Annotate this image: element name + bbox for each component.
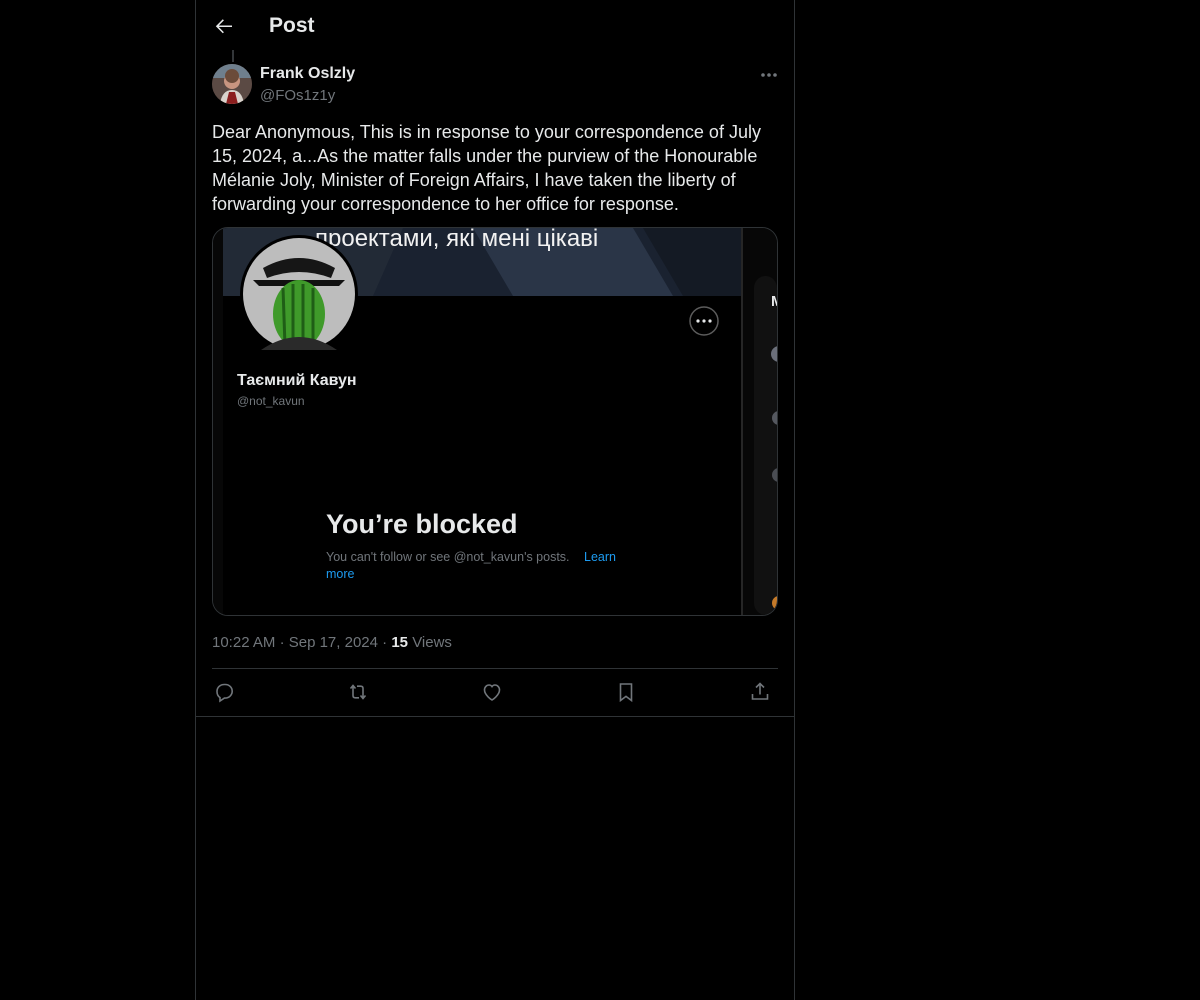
- post-text-line: Mélanie Joly, Minister of Foreign Affair…: [212, 170, 736, 190]
- post-text-line: Dear Anonymous, This is in response to y…: [212, 122, 761, 142]
- post-column: Post Frank Oslzly @FOs1z1y Dear Anonymou…: [195, 0, 795, 1000]
- reply-icon: [216, 683, 234, 703]
- post-text: Dear Anonymous, This is in response to y…: [212, 120, 772, 216]
- back-button[interactable]: [212, 14, 236, 38]
- post-media-image[interactable]: проектами, які мені цікаві M Таємн: [212, 227, 778, 616]
- post-time[interactable]: 10:22 AM: [212, 634, 275, 651]
- repost-button[interactable]: [346, 680, 370, 704]
- learn-more-link: Learn: [584, 550, 616, 564]
- learn-more-link-2: more: [326, 567, 355, 581]
- banner-text: проектами, які мені цікаві: [315, 228, 598, 252]
- top-bar: Post: [196, 0, 794, 53]
- more-options-button[interactable]: [758, 66, 780, 84]
- meta-separator: ·: [279, 634, 285, 651]
- more-dots-icon: [761, 73, 777, 77]
- post-date[interactable]: Sep 17, 2024: [289, 634, 378, 651]
- profile-name: Таємний Кавун: [237, 372, 357, 389]
- post-metadata: 10:22 AM · Sep 17, 2024 · 15 Views: [212, 634, 452, 651]
- views-count: 15: [391, 634, 409, 651]
- author-handle[interactable]: @FOs1z1y: [260, 87, 335, 104]
- arrow-left-icon: [215, 19, 232, 34]
- page-title: Post: [269, 14, 315, 37]
- like-button[interactable]: [480, 680, 504, 704]
- share-icon: [751, 682, 769, 700]
- divider: [212, 668, 778, 669]
- bookmark-button[interactable]: [614, 680, 638, 704]
- side-panel-letter: M: [771, 293, 777, 310]
- profile-handle: @not_kavun: [237, 394, 305, 408]
- repost-icon: [349, 684, 367, 700]
- avatar-image: [212, 64, 252, 104]
- blocked-message: You can't follow or see @not_kavun's pos…: [326, 550, 570, 564]
- author-avatar[interactable]: [212, 64, 252, 104]
- views-label: Views: [412, 634, 452, 651]
- reply-button[interactable]: [212, 680, 236, 704]
- bottom-divider: [196, 716, 794, 717]
- post-text-line: 15, 2024, a...As the matter falls under …: [212, 146, 758, 166]
- blocked-profile-screenshot: проектами, які мені цікаві M Таємн: [213, 228, 777, 615]
- blocked-title: You’re blocked: [326, 509, 518, 539]
- thread-line: [232, 50, 234, 62]
- action-bar: [212, 680, 778, 708]
- bookmark-icon: [619, 683, 633, 703]
- post-text-line: forwarding your correspondence to her of…: [212, 194, 679, 214]
- meta-separator: ·: [382, 634, 388, 651]
- share-button[interactable]: [748, 680, 772, 704]
- heart-icon: [483, 684, 501, 701]
- author-name[interactable]: Frank Oslzly: [260, 65, 355, 83]
